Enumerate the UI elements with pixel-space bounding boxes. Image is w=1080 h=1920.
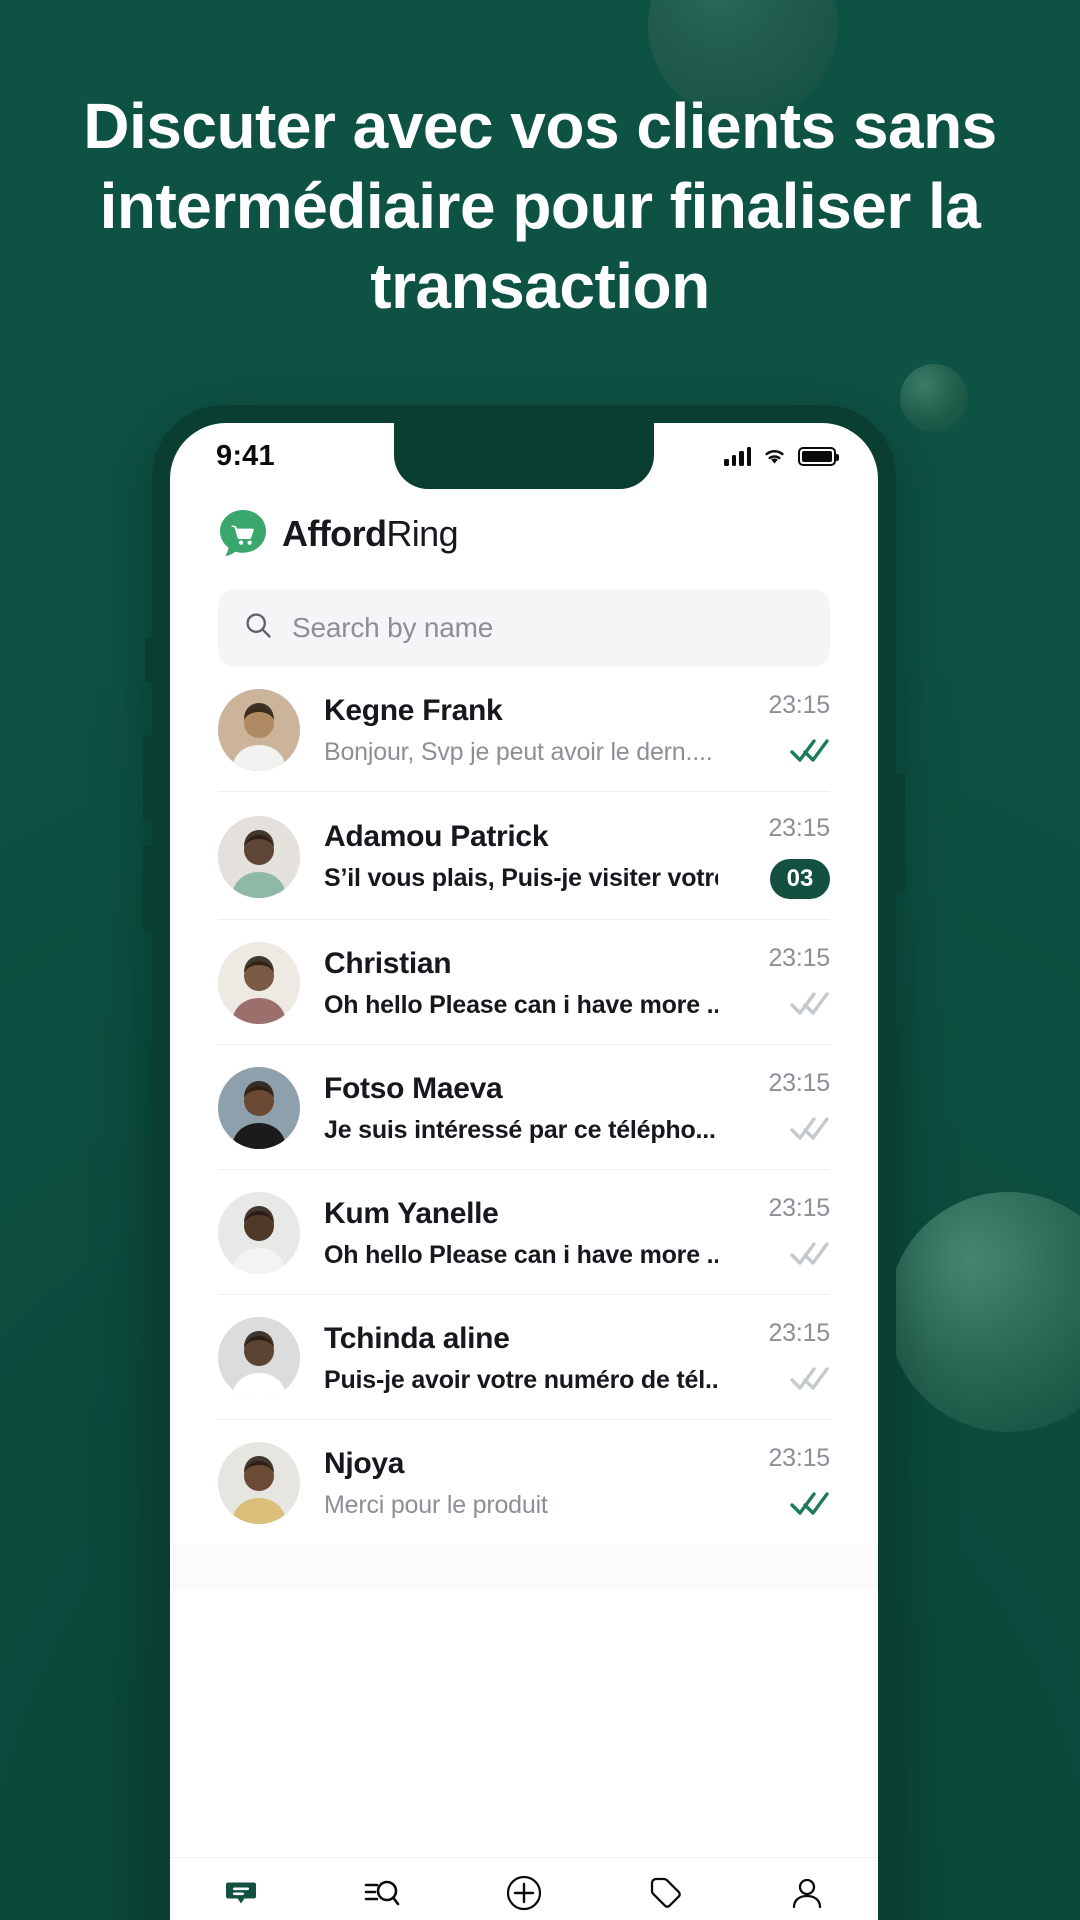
chat-meta: Adamou Patrick S’il vous plais, Puis-je v…: [324, 820, 718, 893]
avatar: [218, 689, 300, 771]
chat-timestamp: 23:15: [768, 1444, 830, 1472]
unread-count-badge: 03: [770, 859, 830, 899]
chat-list-item[interactable]: Njoya Merci pour le produit 23:15: [218, 1420, 830, 1544]
phone-volume-up-button: [143, 735, 153, 821]
chat-list-item[interactable]: Adamou Patrick S’il vous plais, Puis-je v…: [218, 792, 830, 920]
message-delivered-icon: [790, 1239, 830, 1272]
promo-headline: Discuter avec vos clients sans intermédi…: [83, 90, 997, 322]
phone-screen: 9:41 AffordRing Search by name Kegne Fra…: [170, 423, 878, 1920]
phone-mute-switch: [145, 637, 153, 683]
decorative-sphere-small: [900, 364, 968, 432]
chat-list-item[interactable]: Tchinda aline Puis-je avoir votre numéro …: [218, 1295, 830, 1420]
cellular-bars-icon: [724, 446, 751, 466]
chat-preview-text: Merci pour le produit: [324, 1490, 548, 1519]
message-delivered-icon: [790, 1114, 830, 1147]
chat-meta: Tchinda aline Puis-je avoir votre numéro …: [324, 1322, 718, 1395]
tab-wishlist[interactable]: Wishlist: [596, 1874, 736, 1920]
chat-side-info: 23:15: [742, 944, 830, 1022]
chat-contact-name: Kum Yanelle: [324, 1196, 499, 1230]
search-icon: [244, 611, 273, 645]
bottom-tab-bar: MessageExploreSell ProductWishlistAccoun…: [170, 1857, 878, 1920]
avatar: [218, 1317, 300, 1399]
status-bar: 9:41: [170, 423, 878, 489]
brand-name-bold: Afford: [282, 513, 387, 554]
message-delivered-icon: [790, 1364, 830, 1397]
chat-contact-name: Njoya: [324, 1446, 405, 1480]
avatar: [218, 942, 300, 1024]
avatar: [218, 815, 300, 898]
brand-name-light: Ring: [386, 513, 459, 554]
chat-list-item[interactable]: Fotso Maeva Je suis intéressé par ce tél…: [218, 1045, 830, 1170]
chat-preview-text: S’il vous plais, Puis-je visiter votre..…: [324, 864, 718, 892]
chat-list-item[interactable]: Kum Yanelle Oh hello Please can i have mo…: [218, 1170, 830, 1295]
chat-timestamp: 23:15: [768, 1319, 830, 1347]
chat-list-item[interactable]: Christian Oh hello Please can i have more…: [218, 920, 830, 1045]
shopping-cart-bubble-logo: [218, 509, 268, 559]
tab-sell-product[interactable]: Sell Product: [454, 1874, 594, 1920]
app-brand: AffordRing: [170, 489, 878, 559]
decorative-sphere-large: [888, 1192, 1080, 1432]
chat-preview-text: Bonjour, Svp je peut avoir le dern....: [324, 737, 713, 766]
chat-side-info: 23:15: [742, 1069, 830, 1147]
chat-list-item[interactable]: Kegne Frank Bonjour, Svp je peut avoir le…: [218, 667, 830, 792]
chat-contact-name: Adamou Patrick: [324, 820, 549, 853]
message-read-icon: [790, 1489, 830, 1522]
chat-preview-text: Oh hello Please can i have more ...: [324, 1240, 718, 1269]
chat-meta: Fotso Maeva Je suis intéressé par ce tél…: [324, 1072, 718, 1145]
tag-icon: [649, 1874, 683, 1912]
chat-timestamp: 23:15: [768, 814, 830, 842]
chat-timestamp: 23:15: [768, 1069, 830, 1097]
chat-side-info: 23:15: [742, 1444, 830, 1522]
search-input[interactable]: Search by name: [218, 589, 830, 667]
chat-side-info: 23:15: [742, 691, 830, 769]
brand-name: AffordRing: [282, 513, 459, 555]
chat-timestamp: 23:15: [768, 944, 830, 972]
phone-volume-down-button: [143, 845, 153, 931]
chat-bubble-icon: [224, 1874, 258, 1912]
avatar: [218, 1192, 300, 1274]
chat-side-info: 23:15: [742, 1194, 830, 1272]
chat-preview-text: Je suis intéressé par ce télépho...: [324, 1115, 716, 1144]
message-delivered-icon: [790, 989, 830, 1022]
phone-mockup: 9:41 AffordRing Search by name Kegne Fra…: [143, 405, 905, 1920]
chat-timestamp: 23:15: [768, 1194, 830, 1222]
search-list-icon: [364, 1874, 400, 1912]
search-placeholder: Search by name: [292, 612, 494, 643]
chat-meta: Kum Yanelle Oh hello Please can i have mo…: [324, 1197, 718, 1270]
tab-account[interactable]: Account: [737, 1874, 877, 1920]
chat-side-info: 23:15: [742, 1319, 830, 1397]
tab-explore[interactable]: Explore: [312, 1874, 452, 1920]
wifi-icon: [762, 447, 787, 466]
chat-meta: Kegne Frank Bonjour, Svp je peut avoir le…: [324, 694, 718, 767]
chat-list: Kegne Frank Bonjour, Svp je peut avoir le…: [170, 667, 878, 1544]
battery-full-icon: [798, 446, 839, 466]
chat-meta: Christian Oh hello Please can i have more…: [324, 947, 718, 1020]
user-icon: [790, 1874, 824, 1912]
plus-circle-icon: [506, 1874, 542, 1912]
tab-message[interactable]: Message: [171, 1874, 311, 1920]
chat-preview-text: Puis-je avoir votre numéro de tél...: [324, 1365, 718, 1394]
chat-meta: Njoya Merci pour le produit: [324, 1447, 718, 1520]
status-bar-time: 9:41: [216, 439, 275, 472]
chat-contact-name: Christian: [324, 946, 452, 980]
avatar: [218, 1442, 300, 1524]
phone-power-button: [895, 773, 905, 893]
chat-side-info: 23:15 03: [742, 814, 830, 899]
message-read-icon: [790, 736, 830, 769]
list-bottom-spacer: [170, 1544, 878, 1590]
chat-timestamp: 23:15: [768, 691, 830, 719]
chat-contact-name: Tchinda aline: [324, 1321, 510, 1355]
chat-contact-name: Kegne Frank: [324, 693, 503, 727]
chat-contact-name: Fotso Maeva: [324, 1071, 503, 1105]
avatar: [218, 1067, 300, 1149]
chat-preview-text: Oh hello Please can i have more ...: [324, 990, 718, 1019]
